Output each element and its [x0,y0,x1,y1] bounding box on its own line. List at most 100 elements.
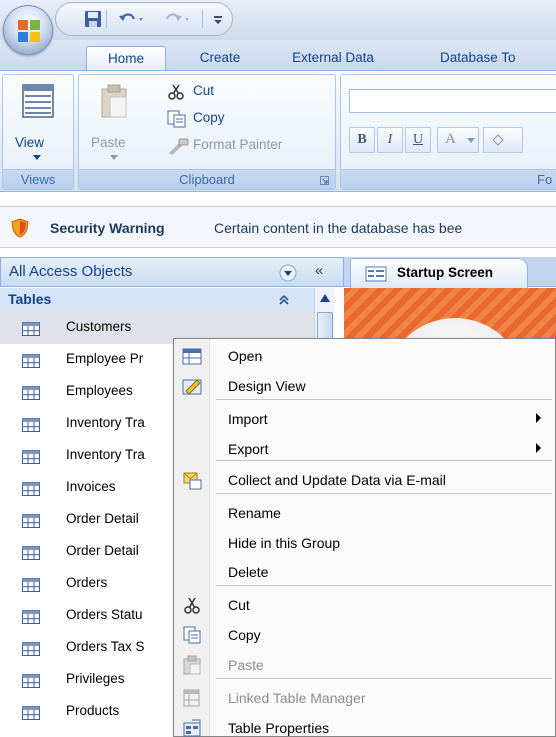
dialog-launcher-icon[interactable] [320,176,329,185]
nav-item-label: Employees [66,383,133,398]
copy-button[interactable]: Copy [163,108,333,132]
font-group-label: Fo [341,169,556,189]
menu-item-open[interactable]: Open [174,341,555,371]
table-icon [22,610,40,624]
menu-item-cut[interactable]: Cut [174,590,555,620]
redo-button[interactable] [164,9,192,29]
table-properties-icon [183,719,201,737]
save-icon [85,11,101,27]
submenu-arrow-icon [536,443,541,453]
undo-icon [119,13,143,21]
form-icon [365,266,387,282]
menu-item-label: Copy [228,627,261,643]
customize-qat-button[interactable] [212,9,224,29]
scissors-icon [168,84,184,100]
menu-item-hide-in-this-group[interactable]: Hide in this Group [174,528,555,558]
menu-item-paste: Paste [174,650,555,680]
format-painter-label: Format Painter [193,137,283,152]
undo-button[interactable] [118,9,146,29]
table-icon [22,322,40,336]
tables-group-header[interactable]: Tables [0,288,334,312]
double-chevron-up-icon[interactable] [278,294,290,306]
menu-item-rename[interactable]: Rename [174,498,555,528]
nav-item-label: Products [66,703,120,718]
chevron-down-icon [467,138,475,143]
font-group: B I U A Fo [340,74,556,190]
collapse-pane-button[interactable]: « [315,262,323,279]
paste-label: Paste [91,135,126,150]
menu-item-label: Cut [228,597,250,613]
font-name-combobox[interactable] [349,89,556,113]
menu-item-table-properties[interactable]: Table Properties [174,713,555,737]
menu-item-copy[interactable]: Copy [174,620,555,650]
fill-bucket-icon [492,134,504,146]
view-button-label: View [15,135,45,150]
copy-icon [167,110,186,128]
navigation-pane-header[interactable]: All Access Objects « [0,257,344,287]
nav-item-label: Employee Pr [66,351,144,366]
menu-item-label: Linked Table Manager [228,690,366,706]
menu-item-label: Collect and Update Data via E-mail [228,472,446,488]
menu-item-import[interactable]: Import [174,404,555,434]
navigation-pane-title: All Access Objects [9,263,133,280]
menu-item-delete[interactable]: Delete [174,557,555,587]
document-tab-label: Startup Screen [397,265,494,280]
clipboard-group-title: Clipboard [179,172,235,187]
document-tab[interactable]: Startup Screen [350,258,528,288]
tab-database-tools[interactable]: Database To [440,46,556,70]
save-button[interactable] [84,9,102,29]
menu-item-label: Paste [228,657,264,673]
view-button[interactable]: View [7,79,69,165]
tab-home[interactable]: Home [86,46,166,70]
clipboard-group-label: Clipboard [79,169,335,189]
table-icon [22,418,40,432]
fill-color-button[interactable] [483,127,523,153]
collect-data-icon [183,472,202,490]
redo-icon [165,13,189,21]
security-warning-message: Certain content in the database has bee [214,220,463,236]
customize-qat-icon [214,16,222,24]
nav-menu-dropdown-icon[interactable] [279,264,297,282]
cut-button[interactable]: Cut [163,81,333,105]
nav-item-label: Orders Tax S [66,639,145,654]
tab-external-data[interactable]: External Data [278,46,388,70]
scissors-icon [184,597,200,614]
bold-button[interactable]: B [349,127,375,153]
nav-item-label: Orders [66,575,108,590]
menu-item-collect-and-update-data-via-e-mail[interactable]: Collect and Update Data via E-mail [174,465,555,495]
tables-group-title: Tables [8,291,52,307]
nav-item-label: Inventory Tra [66,415,145,430]
menu-item-label: Hide in this Group [228,535,341,551]
security-warning-bar: Security Warning Certain content in the … [0,206,556,248]
table-icon [22,354,40,368]
menu-item-design-view[interactable]: Design View [174,371,555,401]
tab-create[interactable]: Create [180,46,260,70]
format-painter-icon [169,138,189,155]
font-color-button[interactable]: A [437,127,479,153]
table-icon [22,546,40,560]
menu-item-label: Export [228,441,269,457]
qat-separator [106,10,107,28]
paste-icon [183,655,201,675]
context-menu: Open Design View Import Export Collect and U… [173,338,556,737]
menu-item-export[interactable]: Export [174,434,555,464]
linked-table-manager-icon [183,689,200,707]
menu-item-label: Rename [228,505,281,521]
underline-button[interactable]: U [405,127,431,153]
nav-item-label: Customers [66,319,132,334]
paste-button[interactable]: Paste [85,79,143,167]
format-painter-button[interactable]: Format Painter [163,135,333,159]
copy-icon [183,626,201,644]
menu-item-label: Table Properties [228,720,330,736]
office-button[interactable] [3,5,53,55]
chevron-down-icon [33,155,41,160]
office-logo-icon [18,20,40,42]
table-icon [22,642,40,656]
font-format-row: B I U A [349,127,556,153]
menu-item-label: Delete [228,564,269,580]
table-icon [22,450,40,464]
scroll-up-arrow-icon[interactable] [320,294,330,302]
italic-button[interactable]: I [377,127,403,153]
menu-item-label: Open [228,348,263,364]
table-icon [22,674,40,688]
